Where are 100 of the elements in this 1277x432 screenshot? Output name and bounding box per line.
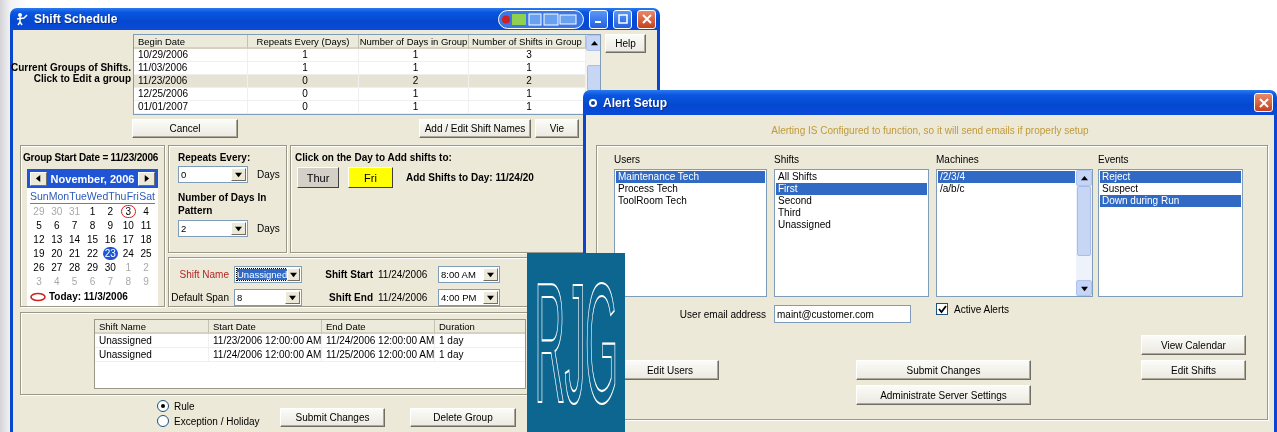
default-span-dropdown[interactable]: 8 [234,289,302,306]
calendar-day[interactable]: 4 [138,205,154,218]
calendar-day[interactable]: 6 [49,219,65,232]
list-item[interactable]: /a/b/c [938,183,1075,195]
column-header[interactable]: End Date [322,320,435,334]
caret-left-icon [35,175,42,182]
calendar-day[interactable]: 21 [67,247,83,260]
next-month-button[interactable] [138,171,155,186]
list-item[interactable]: Suspect [1100,183,1241,195]
calendar-day[interactable]: 30 [102,261,118,274]
calendar-day[interactable]: 15 [84,233,101,246]
calendar-day[interactable]: 25 [138,247,154,260]
column-header[interactable]: Number of Days in Group [359,35,469,49]
column-header[interactable]: Duration [435,320,525,334]
pattern-dropdown[interactable]: 2 [178,220,248,237]
table-row[interactable]: 12/25/2006 0 1 1 [134,88,586,101]
calendar-day[interactable]: 7 [67,219,83,232]
calendar-day[interactable]: 17 [120,233,136,246]
start-time-dropdown[interactable]: 8:00 AM [438,266,500,283]
table-row[interactable]: 01/01/2007 0 1 1 [134,101,586,114]
view-calendar-button[interactable]: View Calendar [1141,335,1246,355]
calendar-day[interactable]: 10 [120,219,136,232]
column-header[interactable]: Number of Shifts in Group [469,35,586,49]
list-item[interactable]: Unassigned [776,219,927,231]
day-button[interactable]: Thur [297,167,339,188]
default-span-label: Default Span [171,292,229,303]
calendar-day[interactable]: 1 [85,205,100,218]
calendar-day[interactable]: 8 [85,219,100,232]
calendar-day[interactable]: 9 [102,219,118,232]
calendar-day[interactable]: 2 [102,205,118,218]
calendar[interactable]: November, 2006 SunMonTueWedThuFriSat 29 30 31 1 2 3 4 5 6 7 8 9 10 11 12 13 14 15 16 17 18 19 20 21 22 23 24 25 26 27 28 29 30 1 2 3 4 5 6 7 8 9 Today: 11/3/2006 [27,169,158,306]
calendar-day[interactable]: 26 [31,261,47,274]
toolbar-icon[interactable] [498,9,584,29]
list-item[interactable]: Third [776,207,927,219]
previous-month-button[interactable] [30,171,47,186]
table-row[interactable]: 11/03/2006 1 1 1 [134,62,586,75]
edit-shifts-button[interactable]: Edit Shifts [1141,360,1246,380]
repeats-dropdown[interactable]: 0 [178,166,248,183]
calendar-day[interactable]: 29 [84,261,101,274]
view-button[interactable]: Vie [535,119,579,138]
list-item[interactable]: Second [776,195,927,207]
table-row[interactable]: Unassigned 11/24/2006 12:00:00 AM 11/25/2006 12:00:00 AM 1 day [95,348,525,362]
calendar-day[interactable]: 13 [49,233,65,246]
list-item[interactable]: All Shifts [776,171,927,183]
calendar-day[interactable]: 22 [84,247,101,260]
list-item[interactable]: Down during Run [1100,195,1241,207]
list-box[interactable]: Reject Suspect Down during Run [1098,169,1243,297]
email-field[interactable]: maint@customer.com [774,305,911,323]
radio-button[interactable] [157,400,169,412]
help-button[interactable]: Help [605,34,646,53]
day-button[interactable]: Fri [348,167,393,188]
close-button[interactable] [1254,93,1273,112]
day-picker-title: Click on the Day to Add shifts to: [295,152,452,163]
calendar-day[interactable]: 18 [138,233,154,246]
window-menu-icon[interactable] [588,97,598,108]
list-box[interactable]: /2/3/4 /a/b/c [936,169,1093,297]
delete-group-button[interactable]: Delete Group [410,408,516,427]
minimize-button[interactable] [589,9,608,29]
table-row[interactable]: Unassigned 11/23/2006 12:00:00 AM 11/24/2006 12:00:00 AM 1 day [95,334,525,348]
list-item[interactable]: Maintenance Tech [616,171,765,183]
maximize-button[interactable] [613,9,632,29]
today-label[interactable]: Today: 11/3/2006 [49,291,128,302]
column-header[interactable]: Start Date [209,320,322,334]
scrollbar[interactable] [1076,170,1092,296]
calendar-day[interactable]: 16 [102,233,118,246]
calendar-day[interactable]: 19 [31,247,47,260]
add-edit-shift-names-button[interactable]: Add / Edit Shift Names [419,119,531,138]
table-row[interactable]: 11/23/2006 0 2 2 [134,75,586,88]
end-time-dropdown[interactable]: 4:00 PM [438,289,500,306]
list-item[interactable]: Process Tech [616,183,765,195]
list-box[interactable]: Maintenance Tech Process Tech ToolRoom Tech [614,169,767,297]
close-button[interactable] [637,9,656,29]
list-item[interactable]: ToolRoom Tech [616,195,765,207]
shifts-table[interactable]: Shift Name Start Date End Date Duration Unassigned 11/23/2006 12:00:00 AM 11/24/2006 12:00:00 AM 1 day Unassigned 11/24/2006 12:00:00 AM 11/25/2006 12:00:00 AM 1 day [94,319,526,389]
column-header[interactable]: Begin Date [134,35,248,49]
calendar-day[interactable]: 14 [67,233,83,246]
groups-table[interactable]: Begin Date Repeats Every (Days) Number of Days in Group Number of Shifts in Group 10/29/2006 1 1 3 11/03/2006 1 1 1 11/23/2006 0 2 2 12/25/2006 0 1 1 01/01/2007 0 1 1 [133,34,601,115]
cancel-button[interactable]: Cancel [132,119,238,138]
list-item[interactable]: Reject [1100,171,1241,183]
calendar-day[interactable]: 23 [102,247,118,260]
radio-button[interactable] [157,415,169,427]
shift-name-dropdown[interactable]: Unassigned [234,266,302,283]
list-box[interactable]: All Shifts First Second Third Unassigned [774,169,929,297]
checkbox[interactable] [936,303,948,315]
calendar-day[interactable]: 11 [138,219,154,232]
days-unit-label: Days [257,169,280,180]
calendar-day[interactable]: 27 [49,261,65,274]
list-item[interactable]: /2/3/4 [938,171,1075,183]
submit-changes-button[interactable]: Submit Changes [856,360,1031,380]
administrate-server-settings-button[interactable]: Administrate Server Settings [856,385,1031,405]
table-row[interactable]: 10/29/2006 1 1 3 [134,49,586,62]
column-header[interactable]: Repeats Every (Days) [248,35,359,49]
column-header[interactable]: Shift Name [95,320,209,334]
submit-changes-button[interactable]: Submit Changes [280,408,385,427]
calendar-day[interactable]: 24 [120,247,136,260]
calendar-day[interactable]: 5 [31,219,47,232]
calendar-day[interactable]: 12 [31,233,47,246]
list-item[interactable]: First [776,183,927,195]
calendar-day[interactable]: 20 [49,247,65,260]
calendar-day[interactable]: 28 [67,261,83,274]
